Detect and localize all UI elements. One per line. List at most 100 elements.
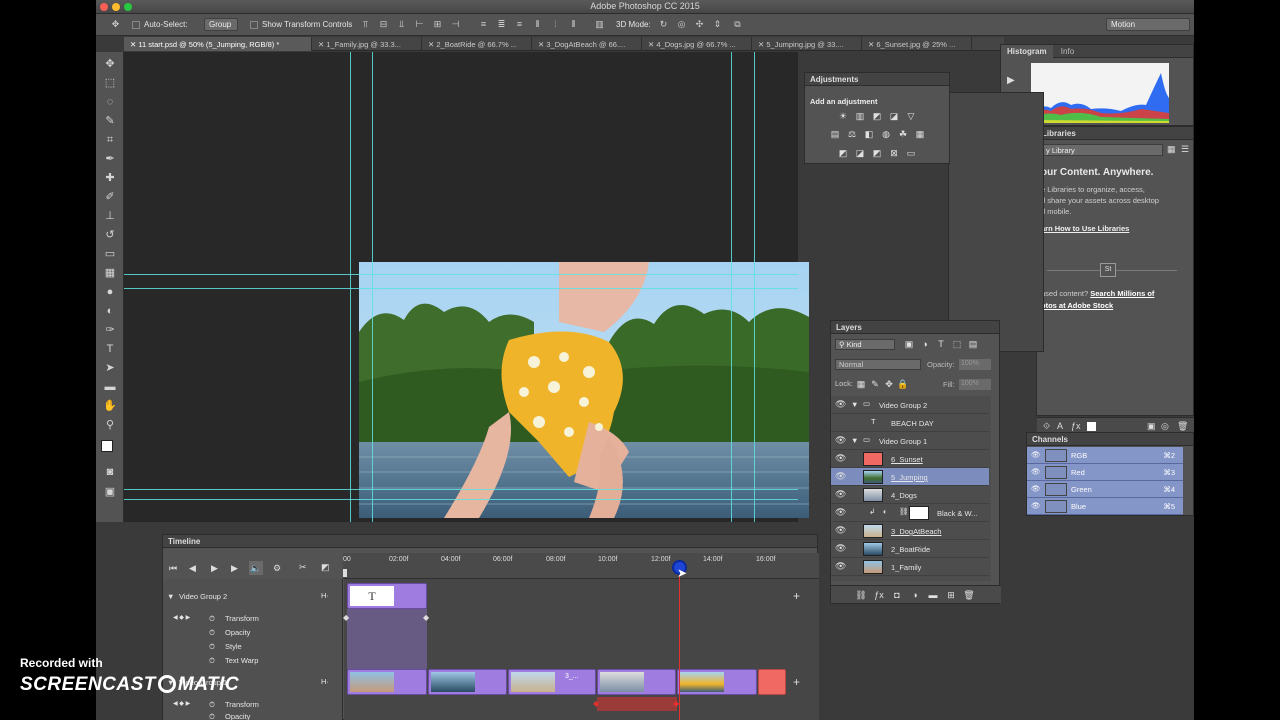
3d-drag-icon[interactable]: ✣ [694,19,705,30]
lock-transparent-icon[interactable]: ▦ [855,379,867,389]
guide-line[interactable] [124,288,798,289]
posterize-icon[interactable]: ◪ [854,148,866,158]
crop-tool-icon[interactable]: ⌗ [102,132,118,148]
guide-line[interactable] [124,499,798,500]
clip-2-boatride[interactable] [428,669,507,695]
shape-tool-icon[interactable]: ▬ [102,379,118,395]
delete-layer-icon[interactable]: 🗑 [963,590,975,600]
filter-shape-icon[interactable]: ⬚ [951,339,963,349]
exposure-icon[interactable]: ◪ [888,111,900,121]
clip-beach-day-text[interactable]: T [347,583,427,609]
align-left-icon[interactable]: ⊢ [414,19,425,30]
track-options-icon[interactable]: H· [321,677,329,686]
auto-align-icon[interactable]: ▥ [594,19,605,30]
visibility-eye-icon[interactable]: 👁 [1031,501,1041,510]
layer-row-6-sunset[interactable]: 👁 6_Sunset [831,450,989,468]
visibility-eye-icon[interactable]: 👁 [1031,450,1041,459]
align-top-icon[interactable]: ⫪ [360,19,371,30]
track-video-group-2[interactable]: ▼ Video Group 2 H· [163,589,345,603]
pen-tool-icon[interactable]: ✑ [102,322,118,338]
invert-icon[interactable]: ◩ [837,148,849,158]
distribute-bottom-icon[interactable]: ≡ [514,19,525,30]
sync-icon[interactable]: ◎ [1161,421,1169,432]
settings-gear-icon[interactable]: ⚙ [273,563,281,574]
new-group-icon[interactable]: ▬ [927,590,939,600]
disclosure-triangle-icon[interactable]: ▼ [167,592,174,601]
align-right-icon[interactable]: ⊣ [450,19,461,30]
visibility-eye-icon[interactable]: 👁 [835,525,846,536]
new-layer-icon[interactable]: ⊞ [945,590,957,600]
layer-row-video-group-2[interactable]: 👁 ▼ ▭ Video Group 2 [831,396,989,414]
guide-line[interactable] [350,52,351,522]
guide-line[interactable] [754,52,755,522]
work-area-start-handle[interactable] [343,569,347,577]
layer-row-4-dogs[interactable]: 👁 4_Dogs [831,486,989,504]
add-text-icon[interactable]: A [1057,421,1063,431]
threshold-icon[interactable]: ◩ [871,148,883,158]
color-lookup-icon[interactable]: ▦ [914,129,926,139]
filter-pixel-icon[interactable]: ▣ [903,339,915,349]
visibility-eye-icon[interactable]: 👁 [835,399,846,410]
workspace-dropdown[interactable]: Motion [1106,18,1190,31]
black-white-icon[interactable]: ◧ [863,129,875,139]
photo-filter-icon[interactable]: ◍ [880,129,892,139]
keyframe-diamond-icon[interactable]: ◆ [343,613,349,622]
doc-tab[interactable]: ✕ 5_Jumping.jpg @ 33.... [752,37,862,51]
lock-image-icon[interactable]: ✎ [869,379,881,389]
marquee-tool-icon[interactable]: ⬚ [102,75,118,91]
histogram-refresh-icon[interactable]: ▶ [1007,75,1015,86]
adobe-stock-link[interactable]: otos at Adobe Stock [1041,301,1113,310]
layer-row-video-group-1[interactable]: 👁 ▼ ▭ Video Group 1 [831,432,989,450]
prop-style[interactable]: ⏱ Style [163,639,345,653]
blur-tool-icon[interactable]: ● [102,284,118,300]
transition-icon[interactable]: ◩ [321,562,330,573]
new-adjustment-icon[interactable]: ◑ [909,590,921,600]
visibility-eye-icon[interactable]: 👁 [835,471,846,482]
stopwatch-icon[interactable]: ⏱ [209,614,215,624]
stopwatch-icon[interactable]: ⏱ [209,642,215,652]
visibility-eye-icon[interactable]: 👁 [835,561,846,572]
gradient-map-icon[interactable]: ▭ [905,148,917,158]
fill-input[interactable]: 100% [959,379,991,390]
lock-position-icon[interactable]: ✥ [883,379,895,389]
visibility-eye-icon[interactable]: 👁 [835,507,846,518]
layer-row-beach-day[interactable]: T BEACH DAY [831,414,989,432]
eyedropper-tool-icon[interactable]: ✒ [102,151,118,167]
3d-rotate-icon[interactable]: ↻ [658,19,669,30]
quick-mask-icon[interactable]: ◙ [102,464,118,480]
channel-row-blue[interactable]: 👁 Blue ⌘5 [1027,498,1183,515]
library-dropdown[interactable]: y Library [1041,144,1163,156]
visibility-eye-icon[interactable]: 👁 [1031,484,1041,493]
auto-select-checkbox[interactable] [132,21,140,29]
3d-slide-icon[interactable]: ⇕ [712,19,723,30]
selective-color-icon[interactable]: ⊠ [888,148,900,158]
grid-view-icon[interactable]: ▦ [1167,144,1176,155]
add-graphic-icon[interactable]: ⟐ [1043,421,1050,432]
doc-tab[interactable]: ✕ 4_Dogs.jpg @ 66.7% ... [642,37,752,51]
distribute-top-icon[interactable]: ≡ [478,19,489,30]
curves-icon[interactable]: ◩ [871,111,883,121]
align-bottom-icon[interactable]: ⫫ [396,19,407,30]
3d-scale-icon[interactable]: ⧉ [732,19,743,30]
disclosure-triangle-icon[interactable]: ▼ [851,400,858,409]
link-layers-icon[interactable]: ⛓ [855,590,867,600]
layer-row-2-boatride[interactable]: 👁 2_BoatRide [831,540,989,558]
tab-info[interactable]: Info [1055,45,1080,58]
eraser-tool-icon[interactable]: ▭ [102,246,118,262]
stock-icon[interactable]: ▣ [1147,421,1156,432]
type-tool-icon[interactable]: T [102,341,118,357]
prop-transform-2[interactable]: ◀ ◆ ▶ ⏱ Transform [163,697,345,711]
visibility-eye-icon[interactable]: 👁 [835,543,846,554]
zoom-tool-icon[interactable]: ⚲ [102,417,118,433]
visibility-eye-icon[interactable]: 👁 [1031,467,1041,476]
distribute-right-icon[interactable]: ⦀ [568,19,579,30]
learn-libraries-link[interactable]: arn How to Use Libraries [1041,224,1129,233]
distribute-left-icon[interactable]: ⦀ [532,19,543,30]
visibility-eye-icon[interactable]: 👁 [835,489,846,500]
doc-tab[interactable]: ✕ 3_DogAtBeach @ 66.... [532,37,642,51]
doc-tab[interactable]: ✕ 2_BoatRide @ 66.7% ... [422,37,532,51]
guide-line[interactable] [372,52,373,522]
trash-icon[interactable]: 🗑 [1177,421,1188,432]
clip-6-sunset[interactable] [758,669,786,695]
levels-icon[interactable]: ▥ [854,111,866,121]
